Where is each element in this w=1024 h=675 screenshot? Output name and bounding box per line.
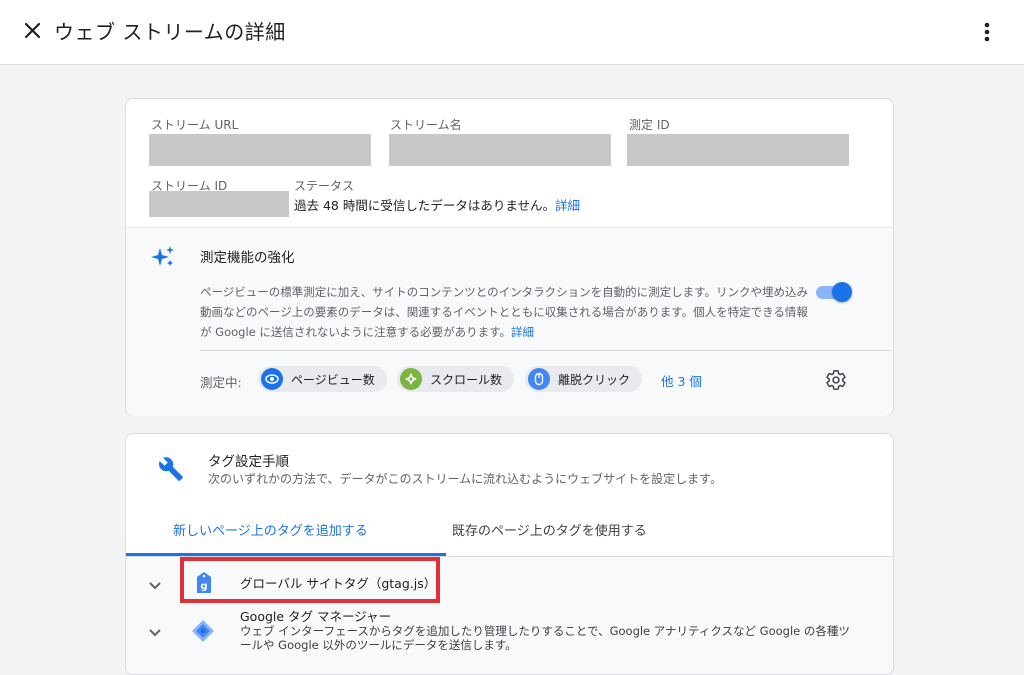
chevron-down-icon[interactable]	[147, 577, 163, 593]
gear-icon[interactable]	[825, 369, 847, 391]
stream-name-label: ストリーム名	[390, 118, 462, 132]
compass-icon	[400, 368, 422, 390]
enhanced-measurement-text: ページビューの標準測定に加え、サイトのコンテンツとのインタラクションを自動的に測…	[200, 285, 808, 339]
highlight-box	[180, 557, 440, 603]
eye-icon	[261, 368, 283, 390]
page-title: ウェブ ストリームの詳細	[54, 20, 286, 44]
tab-use-existing-tag[interactable]: 既存のページ上のタグを使用する	[452, 520, 647, 539]
gtm-option-description: ウェブ インターフェースからタグを追加したり管理したりすることで、Google …	[240, 624, 850, 652]
more-vert-icon[interactable]	[976, 18, 998, 46]
close-icon[interactable]	[20, 18, 46, 44]
tagging-instructions-card: タグ設定手順 次のいずれかの方法で、データがこのストリームに流れ込むようにウェブ…	[125, 433, 894, 675]
divider	[200, 350, 892, 351]
gtm-option-title[interactable]: Google タグ マネージャー	[240, 606, 391, 625]
tagging-description: 次のいずれかの方法で、データがこのストリームに流れ込むようにウェブサイトを設定し…	[208, 472, 722, 486]
tab-add-new-tag[interactable]: 新しいページ上のタグを追加する	[173, 520, 368, 539]
chip-page-views[interactable]: ページビュー数	[258, 366, 387, 392]
enhanced-measurement-section: 測定機能の強化 ページビューの標準測定に加え、サイトのコンテンツとのインタラクシ…	[126, 227, 893, 416]
more-events-link[interactable]: 他 3 個	[661, 371, 702, 390]
toggle-knob	[832, 282, 852, 302]
enhanced-measurement-toggle[interactable]	[816, 282, 852, 302]
top-app-bar: ウェブ ストリームの詳細	[0, 0, 1024, 65]
tagging-title: タグ設定手順	[208, 454, 289, 470]
stream-url-label: ストリーム URL	[151, 118, 239, 132]
sparkle-icon	[151, 246, 174, 266]
mouse-icon	[528, 368, 550, 390]
measurement-id-label: 測定 ID	[629, 118, 670, 132]
stream-id-value	[149, 191, 289, 217]
measuring-label: 測定中:	[200, 375, 242, 390]
status-text: 過去 48 時間に受信したデータはありません。詳細	[294, 195, 580, 214]
status-label: ステータス	[294, 179, 355, 193]
chip-label: ページビュー数	[291, 372, 375, 387]
chip-label: スクロール数	[430, 372, 503, 387]
chip-outbound-clicks[interactable]: 離脱クリック	[525, 366, 643, 392]
gtm-icon	[192, 620, 214, 642]
chip-scrolls[interactable]: スクロール数	[397, 366, 515, 392]
enhanced-measurement-link[interactable]: 詳細	[511, 325, 534, 339]
enhanced-measurement-title: 測定機能の強化	[200, 250, 295, 266]
measurement-id-value	[627, 134, 849, 166]
stream-url-value	[149, 134, 371, 166]
stream-details-card: ストリーム URL ストリーム名 測定 ID ストリーム ID ステータス 過去…	[125, 98, 894, 416]
status-message: 過去 48 時間に受信したデータはありません。	[294, 198, 555, 213]
chevron-down-icon[interactable]	[147, 624, 163, 640]
stream-name-value	[389, 134, 611, 166]
enhanced-measurement-description: ページビューの標準測定に加え、サイトのコンテンツとのインタラクションを自動的に測…	[200, 282, 810, 342]
wrench-icon	[159, 457, 183, 481]
chip-label: 離脱クリック	[558, 372, 631, 387]
status-detail-link[interactable]: 詳細	[555, 198, 580, 213]
